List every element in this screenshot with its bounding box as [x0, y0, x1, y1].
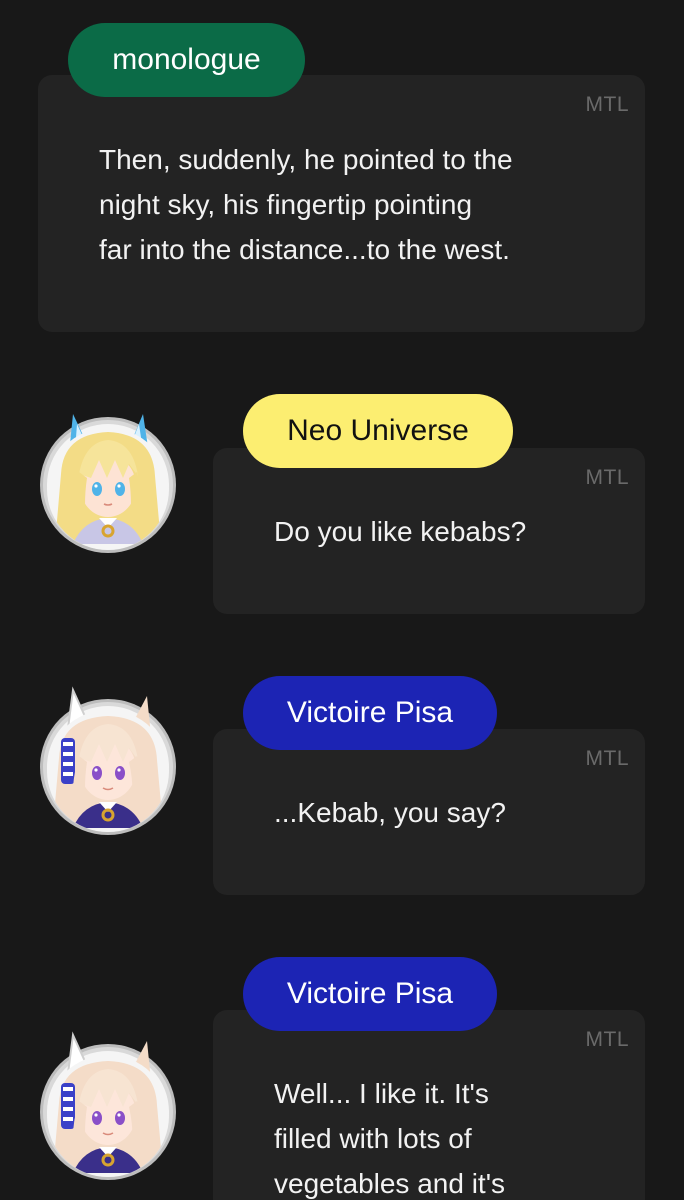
message-text: ...Kebab, you say? — [274, 790, 506, 835]
mtl-tag: MTL — [585, 1028, 629, 1051]
message-line: vegetables and it's — [274, 1168, 506, 1199]
speaker-name-monologue: monologue — [68, 23, 305, 97]
message-line: Do you like kebabs? — [274, 516, 527, 547]
message-line: night sky, his fingertip pointing — [99, 189, 473, 220]
speaker-name-victoire-pisa: Victoire Pisa — [243, 957, 497, 1031]
neo-universe-portrait — [47, 414, 169, 550]
victoire-pisa-avatar-icon[interactable] — [43, 1031, 173, 1177]
speaker-name-neo-universe: Neo Universe — [243, 394, 513, 468]
message-card-victoire-pisa: MTL Well... I like it. It's filled with … — [213, 1010, 645, 1200]
speaker-name-victoire-pisa: Victoire Pisa — [243, 676, 497, 750]
speaker-name-label: Victoire Pisa — [286, 977, 454, 1010]
message-text: Do you like kebabs? — [274, 509, 526, 554]
message-line: ...Kebab, you say? — [274, 797, 506, 828]
message-text: Then, suddenly, he pointed to the night … — [99, 137, 513, 272]
speaker-name-label: monologue — [112, 43, 261, 76]
victoire-pisa-portrait — [47, 686, 169, 832]
message-line: Then, suddenly, he pointed to the — [99, 144, 513, 175]
victoire-pisa-portrait — [47, 1031, 169, 1177]
message-line: filled with lots of — [274, 1123, 472, 1154]
speaker-name-label: Neo Universe — [287, 414, 469, 447]
mtl-tag: MTL — [585, 466, 629, 489]
message-line: Well... I like it. It's — [274, 1078, 489, 1109]
mtl-tag: MTL — [585, 747, 629, 770]
message-text: Well... I like it. It's filled with lots… — [274, 1071, 505, 1200]
victoire-pisa-avatar-icon[interactable] — [43, 686, 173, 832]
speaker-name-label: Victoire Pisa — [286, 696, 454, 729]
message-line: far into the distance...to the west. — [99, 234, 510, 265]
message-card-victoire-pisa: MTL ...Kebab, you say? — [213, 729, 645, 895]
neo-universe-avatar-icon[interactable] — [43, 414, 173, 550]
message-card-monologue: MTL Then, suddenly, he pointed to the ni… — [38, 75, 645, 332]
mtl-tag: MTL — [585, 93, 629, 116]
dialogue-log: MTL Then, suddenly, he pointed to the ni… — [0, 0, 684, 1200]
message-card-neo-universe: MTL Do you like kebabs? — [213, 448, 645, 614]
